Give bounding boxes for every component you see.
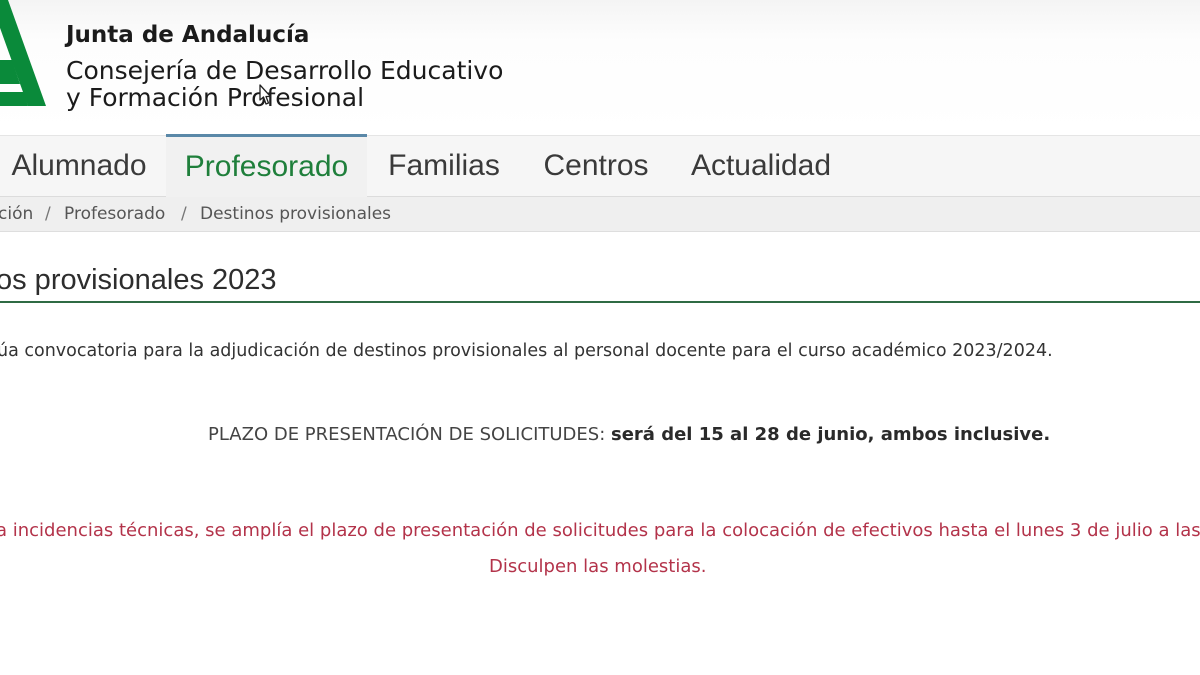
nav-item-actualidad[interactable]: Actualidad: [682, 136, 840, 196]
title-divider: [0, 301, 1200, 303]
deadline-label: PLAZO DE PRESENTACIÓN DE SOLICITUDES:: [208, 424, 606, 445]
nav-item-centros[interactable]: Centros: [535, 136, 657, 196]
breadcrumb-separator: /: [45, 204, 51, 224]
breadcrumb-item-profesorado[interactable]: Profesorado: [64, 197, 165, 231]
deadline-notice: PLAZO DE PRESENTACIÓN DE SOLICITUDES: se…: [208, 424, 1050, 445]
nav-item-familias[interactable]: Familias: [378, 136, 510, 196]
breadcrumb-separator: /: [181, 204, 187, 224]
junta-andalucia-logo-icon[interactable]: [0, 0, 50, 112]
extension-notice-line-2: Disculpen las molestias.: [489, 556, 707, 577]
page-title: os provisionales 2023: [0, 264, 277, 296]
nav-item-alumnado[interactable]: Alumnado: [0, 136, 158, 196]
site-header: Junta de Andalucía Consejería de Desarro…: [0, 0, 1200, 135]
breadcrumb-item-home[interactable]: ción: [0, 197, 33, 231]
nav-item-profesorado[interactable]: Profesorado: [166, 134, 367, 197]
department-name-line-1: Consejería de Desarrollo Educativo: [66, 56, 504, 85]
extension-notice-line-1: a incidencias técnicas, se amplía el pla…: [0, 520, 1200, 541]
breadcrumb-item-current: Destinos provisionales: [200, 204, 392, 224]
breadcrumb: ción / Profesorado / Destinos provisiona…: [0, 197, 1200, 232]
org-name: Junta de Andalucía: [66, 22, 310, 48]
deadline-value: será del 15 al 28 de junio, ambos inclus…: [611, 424, 1051, 445]
main-navigation: Alumnado Profesorado Familias Centros Ac…: [0, 134, 1200, 197]
intro-paragraph: úa convocatoria para la adjudicación de …: [0, 341, 1053, 361]
department-name-line-2: y Formación Profesional: [66, 83, 365, 112]
mouse-pointer-icon: [259, 84, 272, 105]
